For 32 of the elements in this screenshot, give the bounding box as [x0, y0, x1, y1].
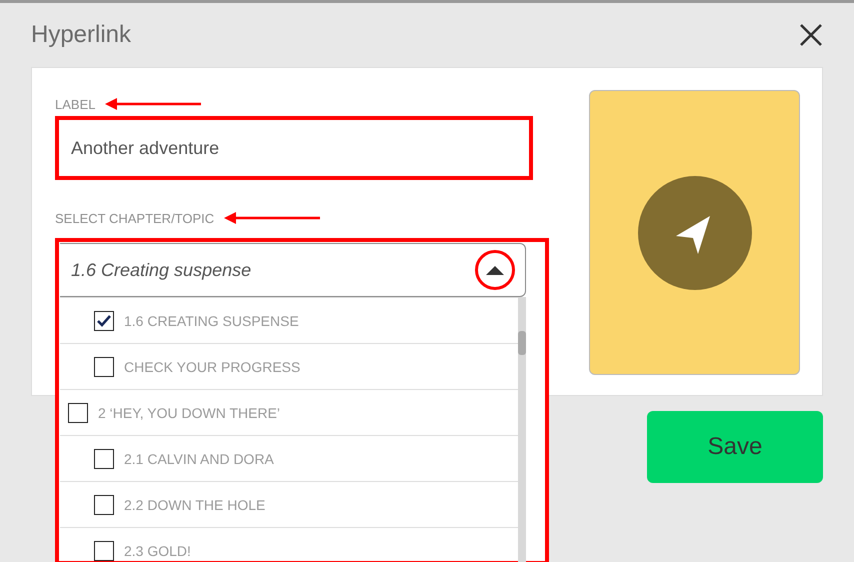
field-label: LABEL — [55, 96, 96, 112]
book-cover-thumbnail[interactable] — [589, 90, 800, 375]
option-label: 1.6 CREATING SUSPENSE — [124, 312, 299, 328]
dialog-title: Hyperlink — [31, 21, 132, 49]
topic-option[interactable]: 2.2 DOWN THE HOLE — [60, 481, 518, 527]
topic-option[interactable]: 1.6 CREATING SUSPENSE — [60, 297, 518, 343]
scrollbar[interactable] — [518, 297, 526, 562]
topic-option[interactable]: 2 ‘HEY, YOU DOWN THERE’ — [60, 389, 518, 435]
caret-button[interactable] — [475, 250, 515, 290]
topic-option[interactable]: 2.3 GOLD! — [60, 527, 518, 562]
play-icon — [638, 176, 752, 290]
option-label: 2.3 GOLD! — [124, 542, 191, 558]
checkmark-icon — [97, 314, 111, 326]
caret-icon — [486, 266, 504, 274]
option-label: CHECK YOUR PROGRESS — [124, 358, 300, 374]
topic-option[interactable]: 2.1 CALVIN AND DORA — [60, 435, 518, 481]
field-label: SELECT CHAPTER/TOPIC — [55, 210, 214, 226]
close-icon — [799, 23, 823, 47]
topic-option[interactable]: CHECK YOUR PROGRESS — [60, 343, 518, 389]
chapter-select-dropdown[interactable]: 1.6 Creating suspense 1.6 CREATING SUSPENSE CHECK YOUR PROGRESS 2 ‘HEY, YOU DOWN THERE’ 2.1 CALVIN AND DORA 2.2 DOWN THE HOLE 2.3 GOLD! — [55, 238, 549, 562]
checkbox[interactable] — [94, 356, 114, 376]
option-label: 2 ‘HEY, YOU DOWN THERE’ — [98, 404, 280, 420]
option-label: 2.1 CALVIN AND DORA — [124, 450, 274, 466]
checkbox[interactable] — [94, 448, 114, 468]
select-value: 1.6 Creating suspense — [71, 260, 252, 280]
option-label: 2.2 DOWN THE HOLE — [124, 496, 266, 512]
checkbox[interactable] — [94, 494, 114, 514]
save-button[interactable]: Save — [647, 411, 823, 483]
label-input-field[interactable]: Another adventure — [55, 116, 533, 180]
checkbox[interactable] — [94, 310, 114, 330]
checkbox[interactable] — [94, 540, 114, 560]
checkbox[interactable] — [68, 402, 88, 422]
